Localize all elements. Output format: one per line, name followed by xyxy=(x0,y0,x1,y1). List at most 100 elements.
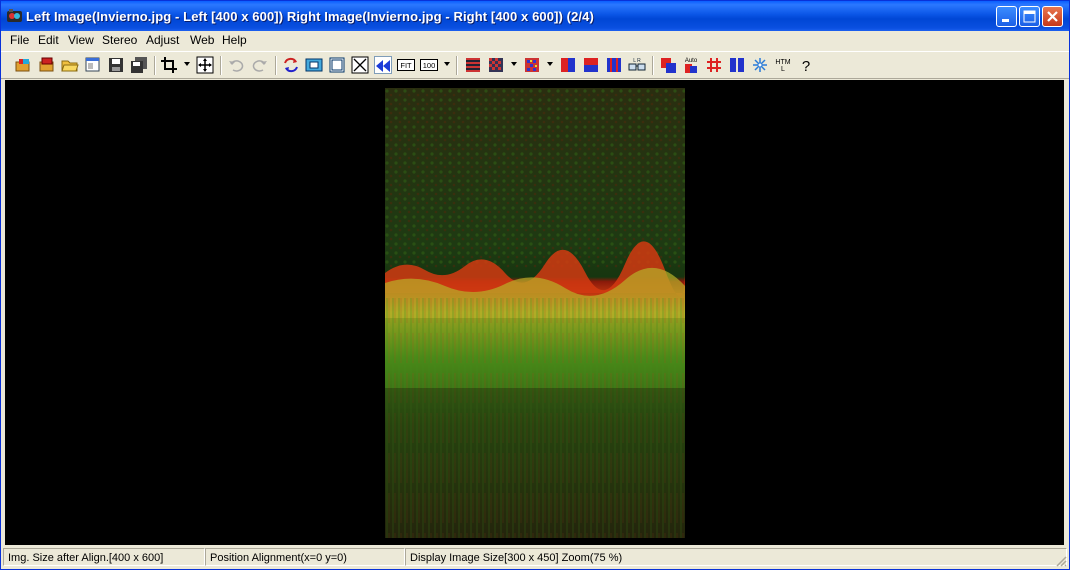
undo-button[interactable] xyxy=(227,56,245,74)
crop-icon xyxy=(161,57,177,73)
toolbar-separator xyxy=(275,56,277,75)
resize-grip-icon[interactable] xyxy=(1055,555,1067,567)
app-window: Left Image(Invierno.jpg - Left [400 x 60… xyxy=(0,0,1070,570)
status-display-size-zoom: Display Image Size[300 x 450] Zoom(75 %) xyxy=(405,548,1067,566)
toolbar-separator xyxy=(456,56,458,75)
menu-view[interactable]: View xyxy=(68,33,94,47)
redo-button[interactable] xyxy=(251,56,269,74)
open-left-right-button[interactable] xyxy=(14,56,32,74)
cross-eyed-button[interactable] xyxy=(605,56,623,74)
zoom-100-icon: 100 xyxy=(420,59,438,71)
snowflake-icon xyxy=(753,58,767,72)
zoom-100-button[interactable]: 100 xyxy=(420,56,438,74)
minimize-icon xyxy=(1002,19,1009,22)
interlaced-button[interactable] xyxy=(464,56,482,74)
swap-icon xyxy=(284,57,298,73)
redo-icon xyxy=(252,60,267,72)
grid-hash-icon xyxy=(707,58,721,72)
html-export-icon: HTM L xyxy=(775,59,790,73)
save-button[interactable] xyxy=(107,56,125,74)
full-screen-button[interactable] xyxy=(328,56,346,74)
window-fit-icon xyxy=(305,58,323,72)
title-bar[interactable]: Left Image(Invierno.jpg - Left [400 x 60… xyxy=(1,1,1069,31)
expand-icon xyxy=(351,56,369,74)
checkerboard-button[interactable] xyxy=(487,56,505,74)
swap-left-right-button[interactable] xyxy=(282,56,300,74)
status-position-alignment: Position Alignment(x=0 y=0) xyxy=(205,548,405,566)
parallel-view-icon xyxy=(730,58,744,72)
auto-color-adjust-icon: Auto xyxy=(685,58,698,73)
stereophoto-app-icon xyxy=(7,9,22,22)
undo-icon xyxy=(229,60,244,72)
menu-stereo[interactable]: Stereo xyxy=(102,33,137,47)
status-image-size: Img. Size after Align.[400 x 600] xyxy=(3,548,205,566)
open-folder-icon xyxy=(61,60,79,72)
toolbar-separator xyxy=(652,56,654,75)
auto-color-adjust-button[interactable]: Auto xyxy=(682,56,700,74)
stereo-glasses-button[interactable]: L R xyxy=(628,56,646,74)
above-below-button[interactable] xyxy=(582,56,600,74)
toolbar-separator xyxy=(154,56,156,75)
anaglyph-color-button[interactable] xyxy=(659,56,677,74)
help-label: ? xyxy=(802,58,810,74)
full-screen-icon xyxy=(329,57,345,73)
cross-eyed-icon xyxy=(607,58,621,72)
close-button[interactable] xyxy=(1042,6,1063,27)
menu-file[interactable]: File xyxy=(10,33,29,47)
fit-to-window-button[interactable] xyxy=(351,56,369,74)
menu-help[interactable]: Help xyxy=(222,33,247,47)
open-left-right-icon xyxy=(15,59,30,72)
parallel-view-button[interactable] xyxy=(728,56,746,74)
maximize-button[interactable] xyxy=(1019,6,1040,27)
menu-adjust[interactable]: Adjust xyxy=(146,33,179,47)
svg-text:L R: L R xyxy=(633,58,641,64)
anaglyph-dots-button[interactable] xyxy=(523,56,541,74)
crop-button[interactable] xyxy=(160,56,178,74)
open-stereo-icon xyxy=(39,57,54,72)
window-fit-button[interactable] xyxy=(305,56,323,74)
window-layout-button[interactable] xyxy=(84,56,102,74)
fit-zoom-button[interactable]: FIT xyxy=(397,56,415,74)
anaglyph-dots-icon xyxy=(525,58,539,72)
html-label-top: HTM xyxy=(775,59,790,66)
auto-alignment-button[interactable] xyxy=(196,56,214,74)
status-bar: Img. Size after Align.[400 x 600] Positi… xyxy=(1,546,1069,569)
window-layout-icon xyxy=(85,57,100,72)
side-by-side-button[interactable] xyxy=(559,56,577,74)
interlaced-icon xyxy=(466,58,480,72)
anaglyph-color-icon xyxy=(661,58,676,73)
effects-button[interactable] xyxy=(751,56,769,74)
html-label-bottom: L xyxy=(781,66,785,73)
side-by-side-icon xyxy=(561,58,575,72)
help-button[interactable]: ? xyxy=(797,56,815,75)
auto-label: Auto xyxy=(685,58,698,64)
maximize-icon xyxy=(1023,10,1036,23)
grid-button[interactable] xyxy=(705,56,723,74)
html-export-button[interactable]: HTM L xyxy=(774,56,792,74)
mirror-view-button[interactable] xyxy=(374,56,392,74)
help-question-icon: ? xyxy=(802,58,810,75)
close-icon xyxy=(1047,11,1058,22)
fit-zoom-icon: FIT xyxy=(397,59,415,71)
toolbar: FIT 100 L R Auto HTM L ? xyxy=(1,51,1069,79)
checkerboard-icon xyxy=(489,58,503,72)
save-disk-icon xyxy=(109,58,123,72)
image-canvas[interactable] xyxy=(5,80,1064,545)
zoom-dropdown-arrow-icon[interactable] xyxy=(444,62,450,67)
above-below-icon xyxy=(584,58,598,72)
open-folder-button[interactable] xyxy=(61,56,79,74)
menu-web[interactable]: Web xyxy=(190,33,214,47)
save-all-button[interactable] xyxy=(130,56,148,74)
anaglyph-dropdown-arrow-icon[interactable] xyxy=(547,62,553,67)
mirror-arrows-icon xyxy=(376,60,390,72)
interlace-dropdown-arrow-icon[interactable] xyxy=(511,62,517,67)
menu-edit[interactable]: Edit xyxy=(38,33,59,47)
window-title: Left Image(Invierno.jpg - Left [400 x 60… xyxy=(26,9,594,24)
crop-dropdown-arrow-icon[interactable] xyxy=(184,62,190,67)
menu-bar: File Edit View Stereo Adjust Web Help xyxy=(1,31,1069,50)
fit-label: FIT xyxy=(400,61,412,70)
move-arrows-icon xyxy=(196,56,214,74)
open-stereo-button[interactable] xyxy=(38,56,56,74)
minimize-button[interactable] xyxy=(996,6,1017,27)
zoom-100-label: 100 xyxy=(423,61,436,70)
